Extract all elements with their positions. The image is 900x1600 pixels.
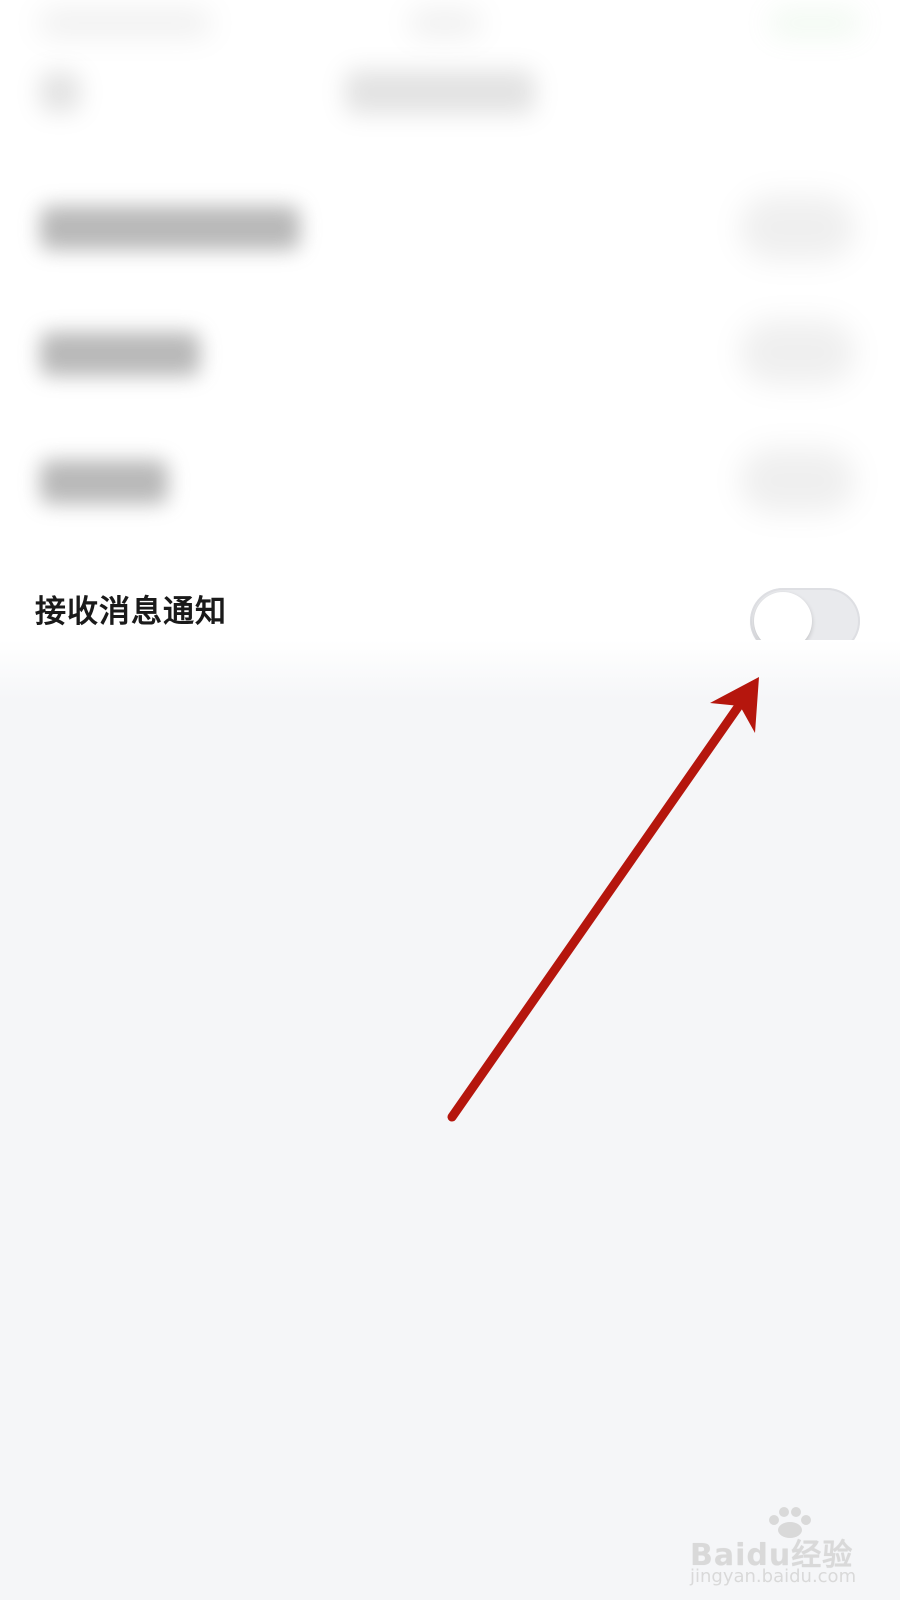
setting-row-1-label-blurred (40, 206, 300, 250)
setting-row-2-label-blurred (40, 332, 200, 376)
arrow-shaft (447, 692, 750, 1122)
back-button-blurred[interactable] (40, 72, 80, 112)
settings-content-area: 接收消息通知 (0, 0, 900, 680)
status-bar-blurred-center (410, 10, 480, 36)
baidu-jingyan-watermark: Baidu经验 jingyan.baidu.com (690, 1500, 890, 1590)
setting-row-3-label-blurred (40, 460, 168, 504)
top-area-fade (0, 640, 900, 700)
receive-message-notifications-label: 接收消息通知 (35, 594, 227, 630)
status-bar-blurred-left (40, 10, 210, 36)
setting-row-2-toggle-blurred[interactable] (740, 320, 855, 385)
setting-row-3-toggle-blurred[interactable] (740, 448, 855, 513)
page-title-blurred (345, 70, 535, 114)
watermark-url-text: jingyan.baidu.com (690, 1566, 857, 1587)
status-bar-blurred-right (770, 10, 860, 36)
setting-row-1-toggle-blurred[interactable] (740, 195, 855, 260)
